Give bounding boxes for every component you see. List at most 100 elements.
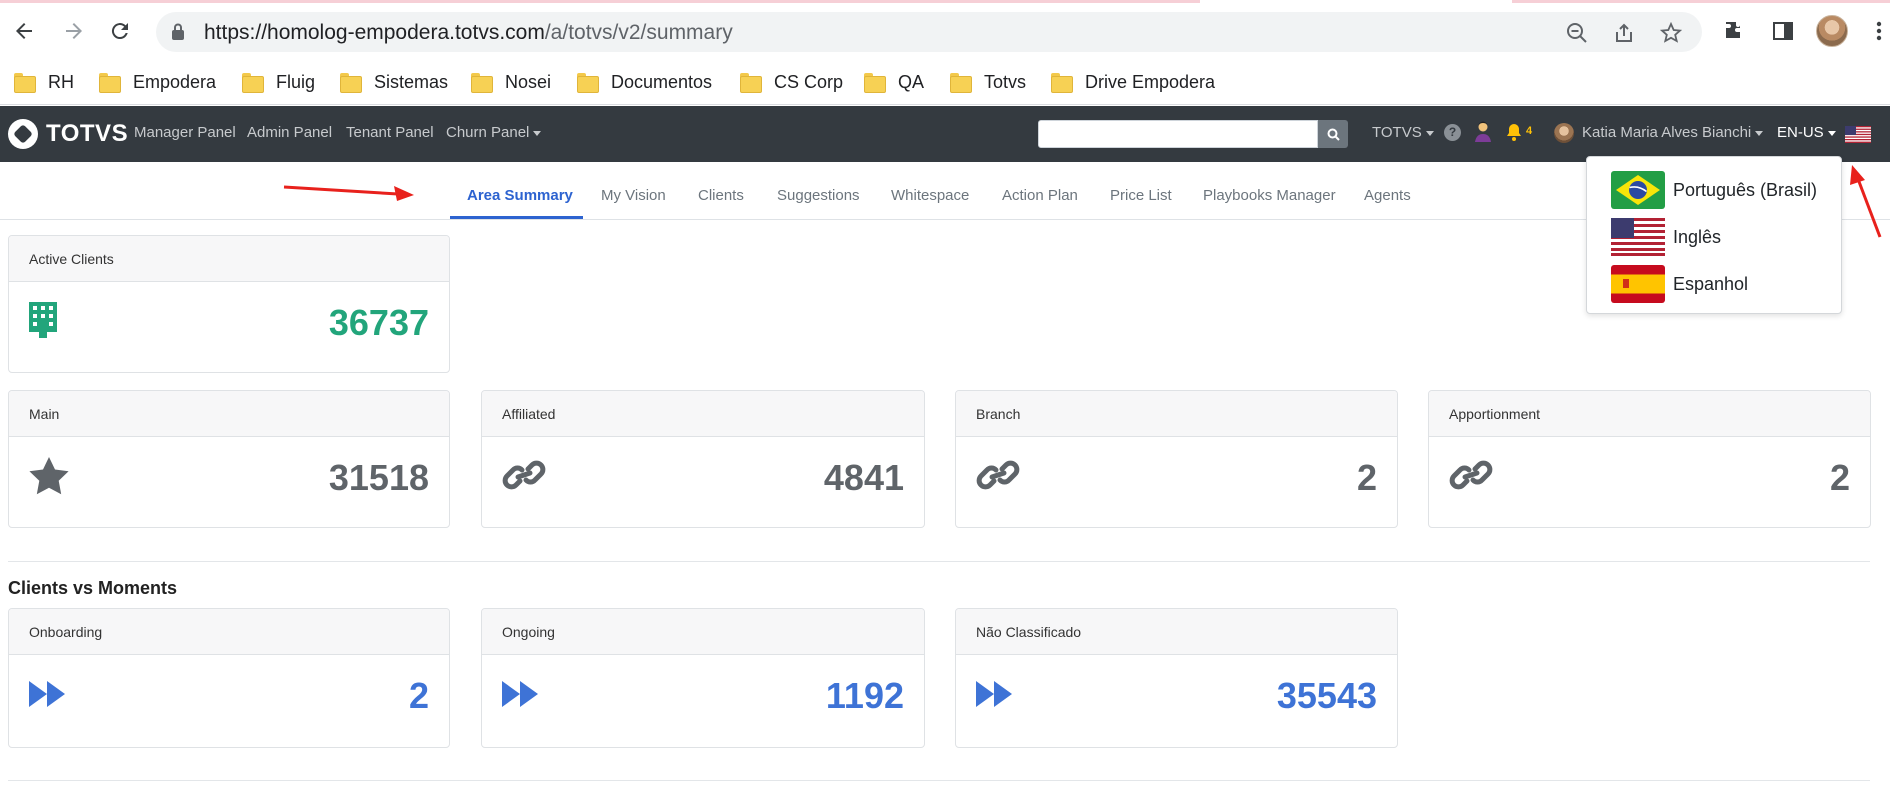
card-title: Ongoing xyxy=(482,609,924,655)
forward-button[interactable] xyxy=(56,13,92,49)
tab-playbooks-manager[interactable]: Playbooks Manager xyxy=(1203,187,1336,204)
card-value: 35543 xyxy=(1276,675,1377,716)
tab-whitespace[interactable]: Whitespace xyxy=(891,187,969,204)
brand-logo[interactable]: TOTVS xyxy=(8,119,128,149)
card-body: 1192 xyxy=(482,655,924,747)
app-search-input[interactable] xyxy=(1038,120,1318,148)
bookmark-folder[interactable]: Drive Empodera xyxy=(1051,69,1215,95)
bookmark-label: Totvs xyxy=(984,71,1027,92)
churn-panel-label: Churn Panel xyxy=(446,124,530,141)
app-search-button[interactable] xyxy=(1318,120,1348,148)
us-flag-icon xyxy=(1845,126,1871,143)
card-title: Main xyxy=(9,391,449,437)
share-icon[interactable] xyxy=(1611,20,1637,46)
caret-down-icon xyxy=(1755,130,1764,136)
card-title: Não Classificado xyxy=(956,609,1397,655)
bookmark-folder[interactable]: CS Corp xyxy=(740,69,843,95)
bookmark-folder[interactable]: RH xyxy=(14,69,74,95)
language-option-english[interactable]: Inglês xyxy=(1611,217,1721,257)
folder-icon xyxy=(471,73,493,93)
language-option-pt-br[interactable]: Português (Brasil) xyxy=(1611,170,1817,210)
lock-icon xyxy=(170,22,186,47)
card-body: 2 xyxy=(956,437,1397,527)
back-button[interactable] xyxy=(6,13,42,49)
folder-icon xyxy=(950,73,972,93)
folder-icon xyxy=(242,73,264,93)
card-active-clients: Active Clients 36737 xyxy=(8,235,450,373)
browser-menu-button[interactable] xyxy=(1864,16,1890,46)
section-divider xyxy=(8,561,1870,562)
profile-avatar[interactable] xyxy=(1816,15,1848,47)
card-body: 31518 xyxy=(9,437,449,527)
folder-icon xyxy=(1051,73,1073,93)
person-icon[interactable] xyxy=(1474,121,1492,148)
tab-price-list[interactable]: Price List xyxy=(1110,187,1172,204)
bookmark-folder[interactable]: Nosei xyxy=(471,69,551,95)
bookmark-folder[interactable]: Totvs xyxy=(950,69,1026,95)
bookmark-folder[interactable]: Fluig xyxy=(242,69,315,95)
folder-icon xyxy=(740,73,762,93)
bookmark-folder[interactable]: Documentos xyxy=(577,69,712,95)
nav-link-admin-panel[interactable]: Admin Panel xyxy=(247,124,332,141)
caret-down-icon xyxy=(1425,130,1434,136)
caret-down-icon xyxy=(1827,130,1836,136)
annotation-arrow-right xyxy=(283,185,414,201)
card-value: 2 xyxy=(1829,457,1850,498)
notification-count: 4 xyxy=(1526,125,1533,137)
nav-link-manager-panel[interactable]: Manager Panel xyxy=(134,124,236,141)
card-value: 4841 xyxy=(823,457,904,498)
folder-icon xyxy=(577,73,599,93)
card-title: Affiliated xyxy=(482,391,924,437)
arrow-left-icon xyxy=(16,23,32,39)
tab-my-vision[interactable]: My Vision xyxy=(601,187,666,204)
nav-link-tenant-panel[interactable]: Tenant Panel xyxy=(346,124,434,141)
folder-icon xyxy=(340,73,362,93)
brazil-flag-icon xyxy=(1611,171,1665,209)
card-title: Branch xyxy=(956,391,1397,437)
bookmark-folder[interactable]: Sistemas xyxy=(340,69,448,95)
bookmark-star-icon[interactable] xyxy=(1658,20,1684,46)
reload-icon xyxy=(111,23,128,40)
card-branch: Branch 2 xyxy=(955,390,1398,528)
card-body: 4841 xyxy=(482,437,924,527)
card-body: 36737 xyxy=(9,282,449,372)
address-bar[interactable]: https://homolog-empodera.totvs.com/a/tot… xyxy=(156,12,1702,52)
tab-area-summary[interactable]: Area Summary xyxy=(467,187,573,204)
bookmark-label: Documentos xyxy=(611,71,713,92)
side-panel-button[interactable] xyxy=(1768,16,1798,46)
reload-button[interactable] xyxy=(102,13,138,49)
tab-suggestions[interactable]: Suggestions xyxy=(777,187,860,204)
org-menu-label: TOTVS xyxy=(1372,124,1422,141)
language-label: EN-US xyxy=(1777,124,1824,141)
link-icon xyxy=(976,457,1020,498)
card-body: 2 xyxy=(1429,437,1870,527)
fast-forward-icon xyxy=(29,681,67,712)
tab-clients[interactable]: Clients xyxy=(698,187,744,204)
help-icon[interactable]: ? xyxy=(1444,124,1461,141)
browser-toolbar: https://homolog-empodera.totvs.com/a/tot… xyxy=(0,3,1890,59)
user-avatar[interactable] xyxy=(1554,123,1574,143)
card-body: 35543 xyxy=(956,655,1397,747)
org-menu[interactable]: TOTVS xyxy=(1372,124,1434,141)
fast-forward-icon xyxy=(976,681,1014,712)
bookmark-label: RH xyxy=(48,71,74,92)
language-option-label: Espanhol xyxy=(1673,273,1749,294)
card-apportionment: Apportionment 2 xyxy=(1428,390,1871,528)
language-menu-toggle[interactable]: EN-US xyxy=(1777,124,1836,141)
extensions-button[interactable] xyxy=(1720,16,1750,46)
card-affiliated: Affiliated 4841 xyxy=(481,390,925,528)
bookmark-label: Drive Empodera xyxy=(1085,71,1216,92)
caret-down-icon xyxy=(533,130,542,136)
tab-action-plan[interactable]: Action Plan xyxy=(1002,187,1078,204)
tab-agents[interactable]: Agents xyxy=(1364,187,1411,204)
card-value: 31518 xyxy=(328,457,429,498)
bookmark-folder[interactable]: QA xyxy=(864,69,924,95)
zoom-out-icon[interactable] xyxy=(1564,20,1590,46)
language-option-spanish[interactable]: Espanhol xyxy=(1611,264,1748,304)
bell-icon[interactable] xyxy=(1506,123,1522,146)
nav-link-churn-panel[interactable]: Churn Panel xyxy=(446,124,542,141)
puzzle-icon xyxy=(1726,22,1740,38)
user-menu[interactable]: Katia Maria Alves Bianchi xyxy=(1582,124,1764,141)
user-name: Katia Maria Alves Bianchi xyxy=(1582,124,1752,141)
bookmark-folder[interactable]: Empodera xyxy=(99,69,216,95)
